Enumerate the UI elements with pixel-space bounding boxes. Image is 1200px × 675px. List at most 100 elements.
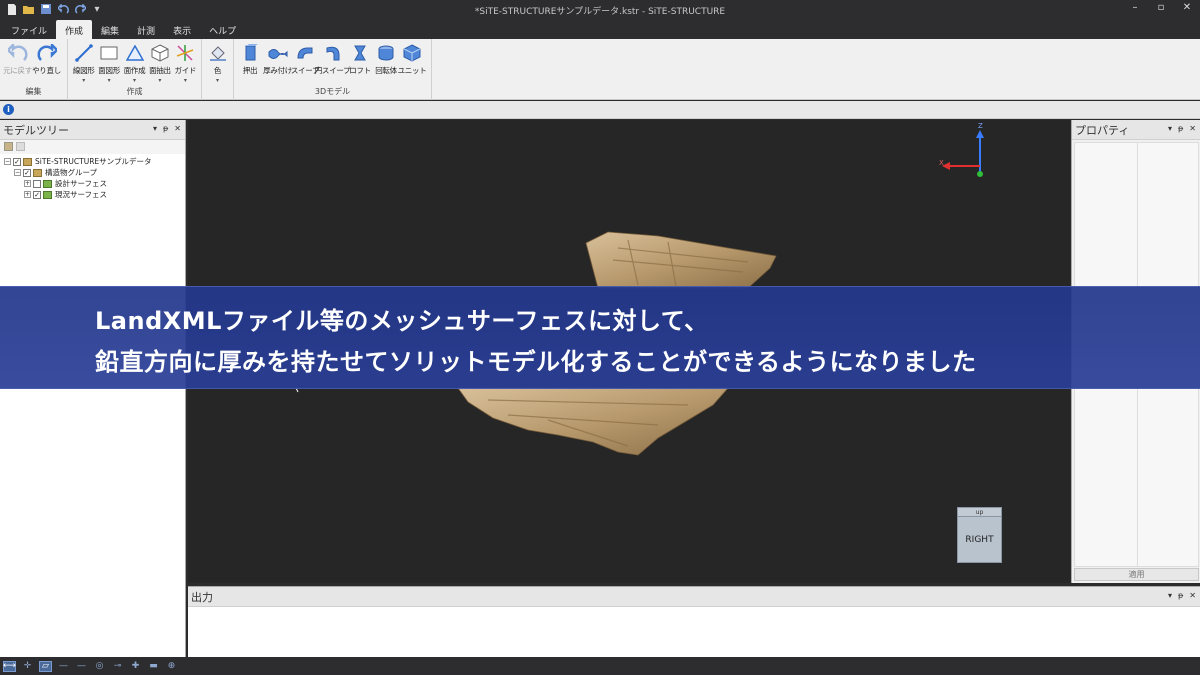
- view-cube-top-face[interactable]: up: [957, 507, 1002, 517]
- tree-add-icon[interactable]: [4, 142, 13, 151]
- panel-menu-icon[interactable]: ▾: [1168, 124, 1172, 133]
- tab-measure[interactable]: 計測: [128, 20, 164, 39]
- thicken-icon: [267, 42, 289, 64]
- rectangle-icon: [98, 42, 120, 64]
- model-tree-header: モデルツリー ▾ ᵽ ✕: [0, 120, 185, 140]
- panel-title: プロパティ: [1075, 123, 1130, 137]
- close-icon[interactable]: ✕: [174, 124, 181, 133]
- view-cube-right-face[interactable]: RIGHT: [957, 517, 1002, 563]
- chevron-down-icon: ▾: [215, 77, 219, 84]
- checkbox-unchecked[interactable]: [33, 179, 41, 188]
- tree-remove-icon[interactable]: [16, 142, 25, 151]
- guide-icon: [174, 42, 196, 64]
- ribbon-group-label: 編集: [25, 87, 42, 96]
- revolve-icon: [375, 42, 397, 64]
- line-icon: [73, 42, 95, 64]
- snap-line-icon[interactable]: ⟷: [3, 660, 16, 672]
- chevron-down-icon: ▾: [158, 77, 162, 84]
- maximize-button[interactable]: ▫: [1154, 2, 1168, 13]
- minimize-button[interactable]: –: [1128, 2, 1142, 13]
- close-button[interactable]: ✕: [1180, 2, 1194, 13]
- checkbox-checked[interactable]: ✓: [13, 157, 21, 166]
- snap-edge-icon[interactable]: —: [57, 661, 70, 672]
- x-axis-label: X: [939, 159, 944, 167]
- expand-icon[interactable]: +: [24, 191, 31, 198]
- cube-outline-icon: [149, 42, 171, 64]
- tree-node[interactable]: + 設計サーフェス: [2, 178, 183, 189]
- chevron-down-icon: ▾: [183, 77, 187, 84]
- z-axis-label: Z: [978, 122, 983, 130]
- pin-icon[interactable]: ᵽ: [163, 124, 168, 133]
- tree-node[interactable]: − ✓ SiTE-STRUCTUREサンプルデータ: [2, 156, 183, 167]
- snap-midpoint-icon[interactable]: —: [75, 661, 88, 672]
- window-controls: – ▫ ✕: [1128, 2, 1194, 13]
- view-cube[interactable]: up RIGHT: [957, 507, 1002, 563]
- circle-sweep-icon: [322, 42, 344, 64]
- panel-menu-icon[interactable]: ▾: [1168, 591, 1172, 600]
- tree-node[interactable]: − ✓ 構造物グループ: [2, 167, 183, 178]
- snap-point-icon[interactable]: ✛: [21, 661, 34, 672]
- info-bar: i: [0, 101, 1200, 119]
- ribbon-tabs: ファイル 作成 編集 計測 表示 ヘルプ: [0, 20, 1200, 39]
- pin-icon[interactable]: ᵽ: [1178, 124, 1183, 133]
- panel-title: 出力: [191, 590, 213, 604]
- ribbon-group-label: 作成: [126, 87, 143, 96]
- collapse-icon[interactable]: −: [14, 169, 21, 176]
- y-axis-dot: [977, 171, 983, 177]
- output-panel: 出力 ▾ ᵽ ✕: [188, 586, 1200, 657]
- output-header: 出力 ▾ ᵽ ✕: [188, 587, 1200, 607]
- tree: − ✓ SiTE-STRUCTUREサンプルデータ − ✓ 構造物グループ + …: [0, 154, 185, 202]
- caption-line-2: 鉛直方向に厚みを持たせてソリットモデル化することができるようになりました: [95, 348, 977, 376]
- axis-triad: Z X: [939, 122, 984, 177]
- pin-icon[interactable]: ᵽ: [1178, 591, 1183, 600]
- color-button[interactable]: 色 ▾: [206, 42, 229, 100]
- expand-icon[interactable]: +: [24, 180, 31, 187]
- checkbox-checked[interactable]: ✓: [33, 190, 41, 199]
- panel-menu-icon[interactable]: ▾: [153, 124, 157, 133]
- ribbon-group-3d-model: 押出 厚み付け スイープ 円スイープ ロフト 回転体 ユニット 3Dモデル: [234, 39, 432, 100]
- undo-large-icon: [7, 42, 29, 64]
- ribbon-group-create: 線図形 ▾ 面図形 ▾ 面作成 ▾ 面抽出 ▾ ガイド ▾ 作成: [68, 39, 202, 100]
- group-icon: [33, 168, 42, 177]
- ribbon-group-edit: 元に戻す やり直し 編集: [0, 39, 68, 100]
- tab-create[interactable]: 作成: [56, 20, 93, 39]
- info-icon[interactable]: i: [3, 104, 14, 115]
- title-bar: ▾ *SiTE-STRUCTUREサンプルデータ.kstr - SiTE-STR…: [0, 0, 1200, 20]
- collapse-icon[interactable]: −: [4, 158, 11, 165]
- chevron-down-icon: ▾: [82, 77, 86, 84]
- sweep-icon: [294, 42, 316, 64]
- snap-globe-icon[interactable]: ⊕: [165, 661, 178, 672]
- tree-toolbar: [0, 140, 185, 154]
- app-window: ▾ *SiTE-STRUCTUREサンプルデータ.kstr - SiTE-STR…: [0, 0, 1200, 675]
- ribbon-group-label: 3Dモデル: [314, 87, 351, 96]
- extrude-icon: [239, 42, 261, 64]
- snap-grid-icon[interactable]: ▬: [147, 661, 160, 672]
- checkbox-checked[interactable]: ✓: [23, 168, 31, 177]
- panel-title: モデルツリー: [3, 123, 69, 137]
- snap-center-icon[interactable]: ◎: [93, 661, 106, 672]
- tab-file[interactable]: ファイル: [2, 20, 56, 39]
- project-icon: [23, 157, 32, 166]
- status-bar: ⟷ ✛ ▱ — — ◎ ⊸ ✚ ▬ ⊕: [0, 657, 1200, 675]
- tab-edit[interactable]: 編集: [92, 20, 128, 39]
- ribbon: 元に戻す やり直し 編集 線図形 ▾ 面図形 ▾ 面作成 ▾ 面抽出 ▾ ガイド…: [0, 39, 1200, 100]
- close-icon[interactable]: ✕: [1189, 124, 1196, 133]
- properties-header: プロパティ ▾ ᵽ ✕: [1072, 120, 1200, 140]
- apply-button[interactable]: 適用: [1074, 568, 1199, 581]
- loft-icon: [349, 42, 371, 64]
- z-axis-arrow: [976, 130, 984, 138]
- caption-line-1: LandXMLファイル等のメッシュサーフェスに対して、: [95, 307, 709, 335]
- snap-cross-icon[interactable]: ✚: [129, 661, 142, 672]
- surface-icon: [43, 179, 52, 188]
- snap-endpoint-icon[interactable]: ⊸: [111, 661, 124, 672]
- snap-plane-icon[interactable]: ▱: [39, 660, 52, 672]
- window-title: *SiTE-STRUCTUREサンプルデータ.kstr - SiTE-STRUC…: [474, 7, 726, 17]
- paint-bucket-icon: [207, 42, 229, 64]
- surface-icon: [43, 190, 52, 199]
- tree-node[interactable]: + ✓ 現況サーフェス: [2, 189, 183, 200]
- ribbon-group-color: 色 ▾: [202, 39, 234, 100]
- close-icon[interactable]: ✕: [1189, 591, 1196, 600]
- tab-help[interactable]: ヘルプ: [200, 20, 245, 39]
- unit-cube-icon: [401, 42, 423, 64]
- tab-view[interactable]: 表示: [164, 20, 200, 39]
